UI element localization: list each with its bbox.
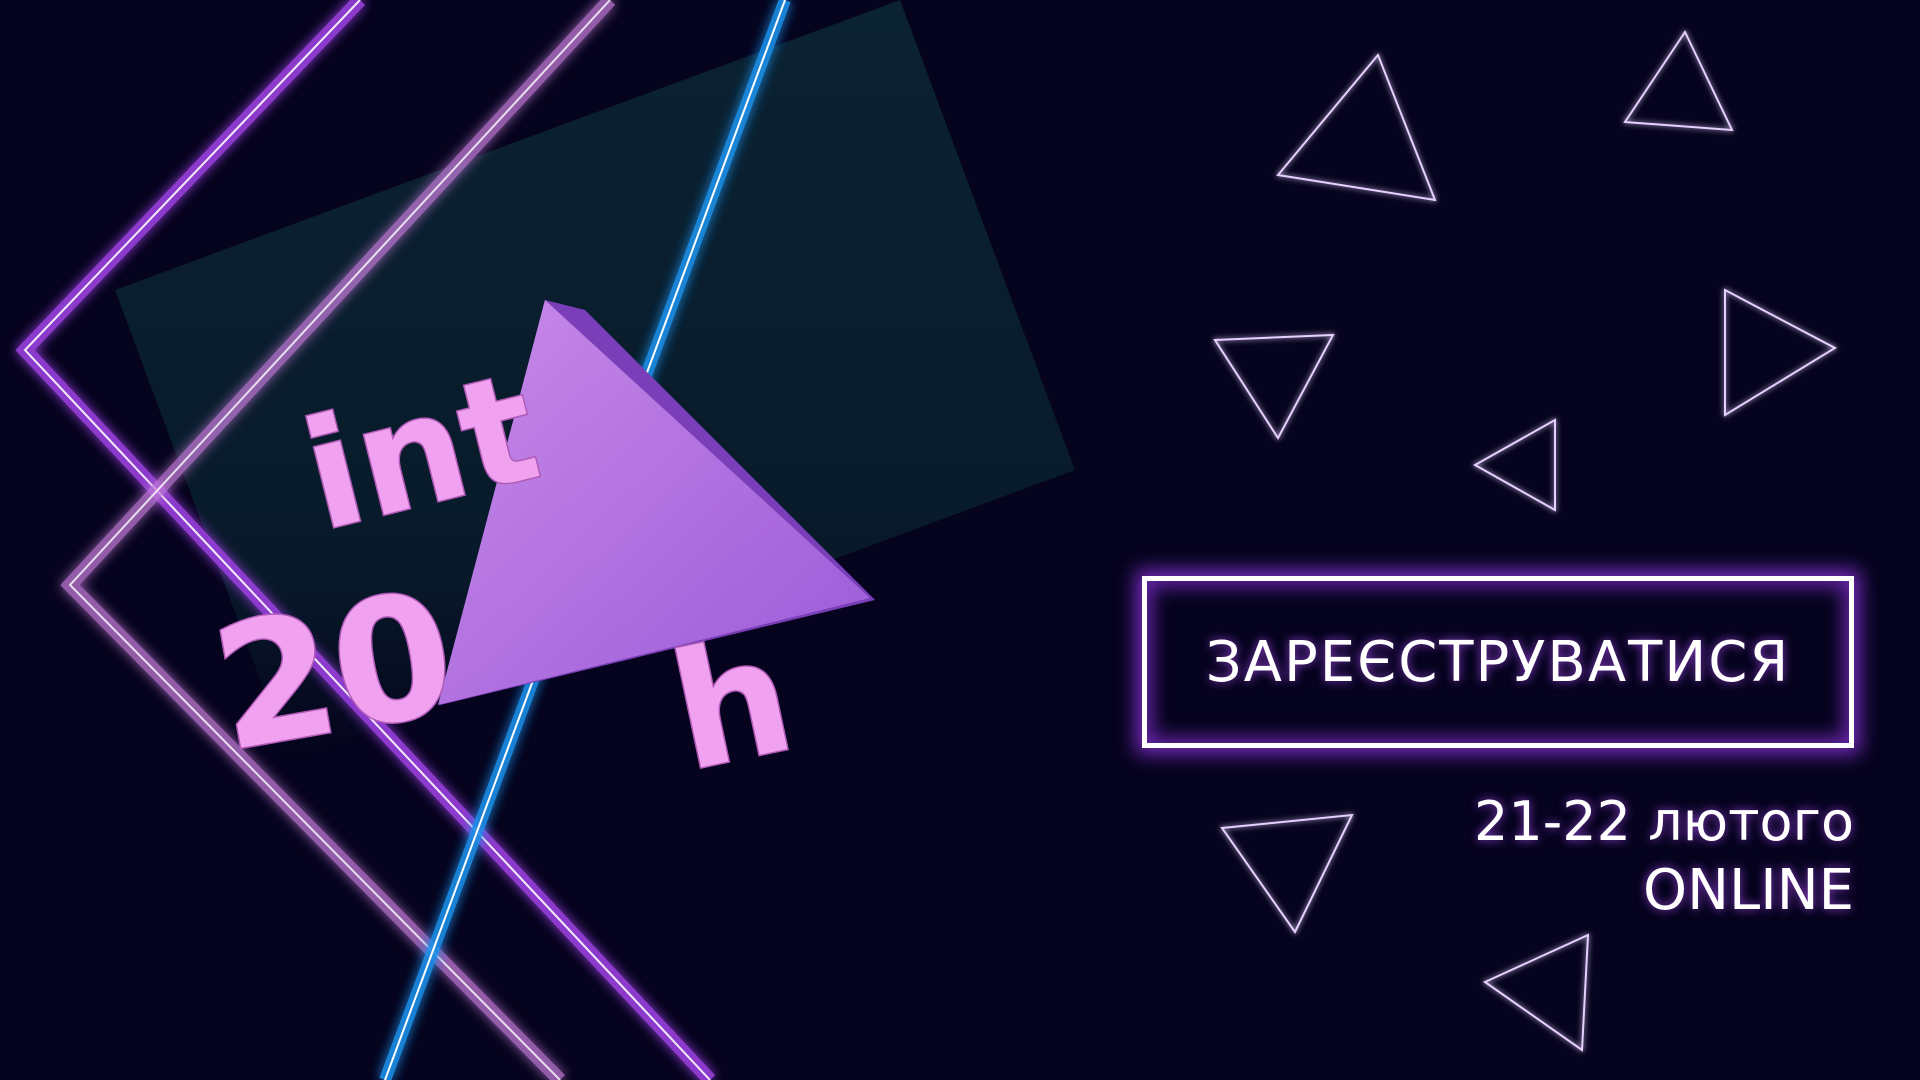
register-button[interactable]: ЗАРЕЄСТРУВАТИСЯ: [1142, 576, 1854, 748]
logo-word-20: 20: [201, 554, 468, 790]
event-dates: 21-22 лютого: [1474, 790, 1854, 853]
decor-triangle-1: [1276, 53, 1437, 202]
decor-triangle-5: [1472, 418, 1556, 512]
decor-triangle-7: [1482, 933, 1590, 1052]
decor-triangle-2: [1623, 29, 1734, 132]
register-button-label: ЗАРЕЄСТРУВАТИСЯ: [1205, 629, 1791, 695]
background-art: int 20 h: [15, 0, 1838, 1080]
decor-triangle-6: [1220, 813, 1354, 934]
event-mode: ONLINE: [1643, 858, 1854, 923]
decor-triangle-3: [1213, 333, 1335, 440]
logo-word-h: h: [657, 601, 807, 808]
decor-triangle-4: [1724, 288, 1838, 417]
